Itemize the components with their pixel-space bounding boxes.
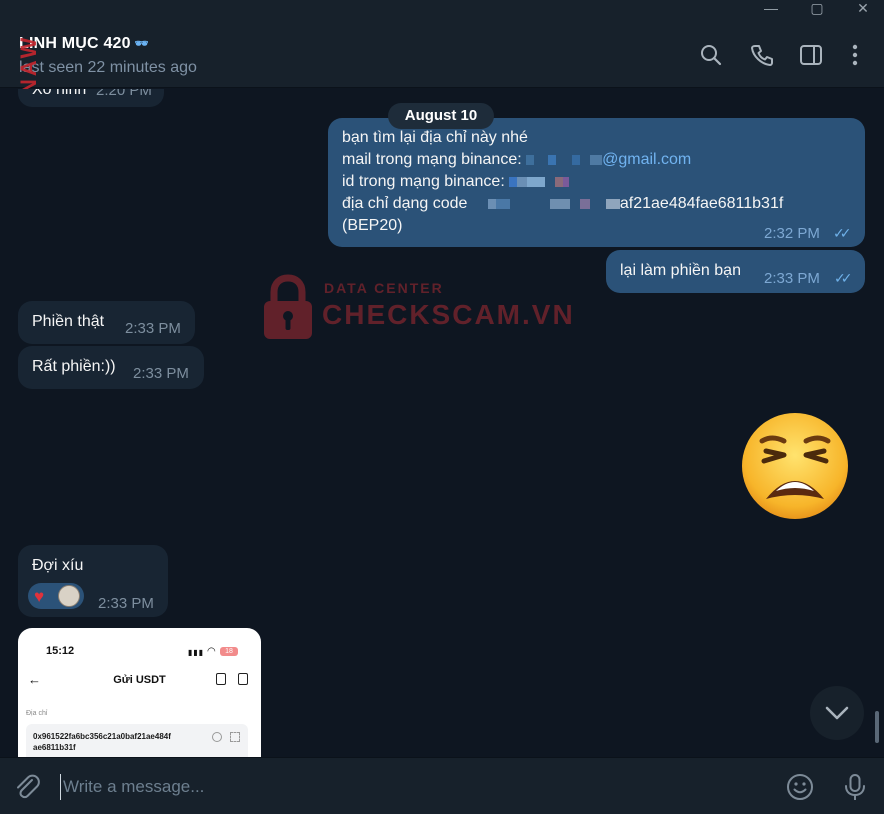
message-text: Rất phiền:)) [32,358,116,375]
message-line: địa chỉ dạng code af21ae484fae6811b31f [342,193,852,215]
reaction-avatar [58,585,80,607]
watermark-bottom-text: CHECKSCAM.VN [322,299,575,330]
scroll-to-bottom-button[interactable] [810,686,864,740]
message-line: bạn tìm lại địa chỉ này nhé [342,129,528,146]
attach-icon[interactable] [12,772,42,802]
message-time: 2:33 PM [133,365,189,382]
search-icon[interactable] [698,42,724,68]
image-attachment[interactable]: 15:12 ▮▮▮ ◠ 18 ← Gửi USDT Địa chỉ 0x9615… [18,628,261,757]
address-line: 0x961522fa6bc356c21a0baf21ae484f [33,732,171,741]
chat-header: LINH MỤC 420 🕶 last seen 22 minutes ago [0,22,884,88]
battery-icon: 18 [220,647,238,656]
reaction-bar[interactable]: ♥ [28,583,84,609]
microphone-icon[interactable] [840,772,870,802]
message-time: 2:33 PM [125,320,181,337]
maximize-button[interactable]: ▢ [802,0,832,20]
contact-icon [212,732,222,742]
signal-icon: ▮▮▮ [188,648,205,657]
message-text: lại làm phiền bạn [620,262,741,279]
message-bubble-incoming[interactable]: Phiền thật 2:33 PM [18,301,195,344]
message-text: Đợi xíu [32,557,84,574]
heart-icon[interactable]: ♥ [34,586,44,608]
scrollbar-thumb[interactable] [875,711,879,743]
double-check-icon: ✓✓ [834,270,853,286]
address-line: ae6811b31f [33,743,76,752]
message-line: id trong mạng binance: [342,171,852,193]
double-check-icon: ✓✓ [833,225,852,241]
message-line-text: id trong mạng binance: [342,173,510,190]
sidebar-toggle-icon[interactable] [798,42,824,68]
message-bubble-incoming[interactable]: Xo hinh 2:20 PM [18,89,164,107]
message-line-text: af21ae484fae6811b31f [619,195,784,212]
address-field: 0x961522fa6bc356c21a0baf21ae484f ae6811b… [26,724,248,757]
message-text: Phiền thật [32,313,105,330]
message-bubble-outgoing[interactable]: bạn tìm lại địa chỉ này nhé mail trong m… [328,118,865,247]
emoji-icon[interactable] [785,772,815,802]
address-label: Địa chỉ [26,710,48,717]
window-titlebar: — ▢ ✕ [0,0,884,22]
sunglasses-badge-icon: 🕶 [134,38,149,50]
watermark-side-text: NAW [16,34,41,95]
phone-icon[interactable] [749,42,775,68]
email-link[interactable]: @gmail.com [602,151,691,168]
message-bubble-outgoing[interactable]: lại làm phiền bạn 2:33 PM ✓✓ [606,250,865,293]
message-text: bạn tìm lại địa chỉ này nhé mail trong m… [342,127,852,237]
message-composer: Write a message... [0,757,884,814]
date-divider: August 10 [388,103,494,129]
message-line: mail trong mạng binance: @gmail.com [342,149,852,171]
document-icon [216,673,226,685]
more-icon[interactable] [842,42,868,68]
message-text: Xo hinh [32,89,87,98]
message-line-text: mail trong mạng binance: [342,151,527,168]
message-list[interactable]: Xo hinh 2:20 PM DATA CENTER CHECKSCAM.VN… [0,89,884,757]
message-time: 2:33 PM [98,595,154,612]
message-bubble-incoming[interactable]: Rất phiền:)) 2:33 PM [18,346,204,389]
address-value: 0x961522fa6bc356c21a0baf21ae484f ae6811b… [33,731,213,753]
checkscam-watermark: DATA CENTER CHECKSCAM.VN [262,274,573,344]
message-time: 2:33 PM [764,270,820,287]
minimize-button[interactable]: — [756,0,786,20]
history-icon [238,673,248,685]
message-time: 2:20 PM [96,89,152,99]
message-line-text: địa chỉ dạng code [342,195,472,212]
weary-face-emoji[interactable] [740,411,850,521]
chevron-down-icon [825,706,849,720]
message-time: 2:32 PM [764,225,820,242]
scan-icon [230,732,240,742]
watermark-top-text: DATA CENTER [324,280,444,296]
message-bubble-incoming[interactable]: Đợi xíu ♥ 2:33 PM [18,545,168,617]
close-button[interactable]: ✕ [848,0,878,20]
lock-icon [264,274,312,339]
message-input[interactable]: Write a message... [60,774,760,800]
wifi-icon: ◠ [207,646,216,657]
phone-status-time: 15:12 [46,645,75,657]
